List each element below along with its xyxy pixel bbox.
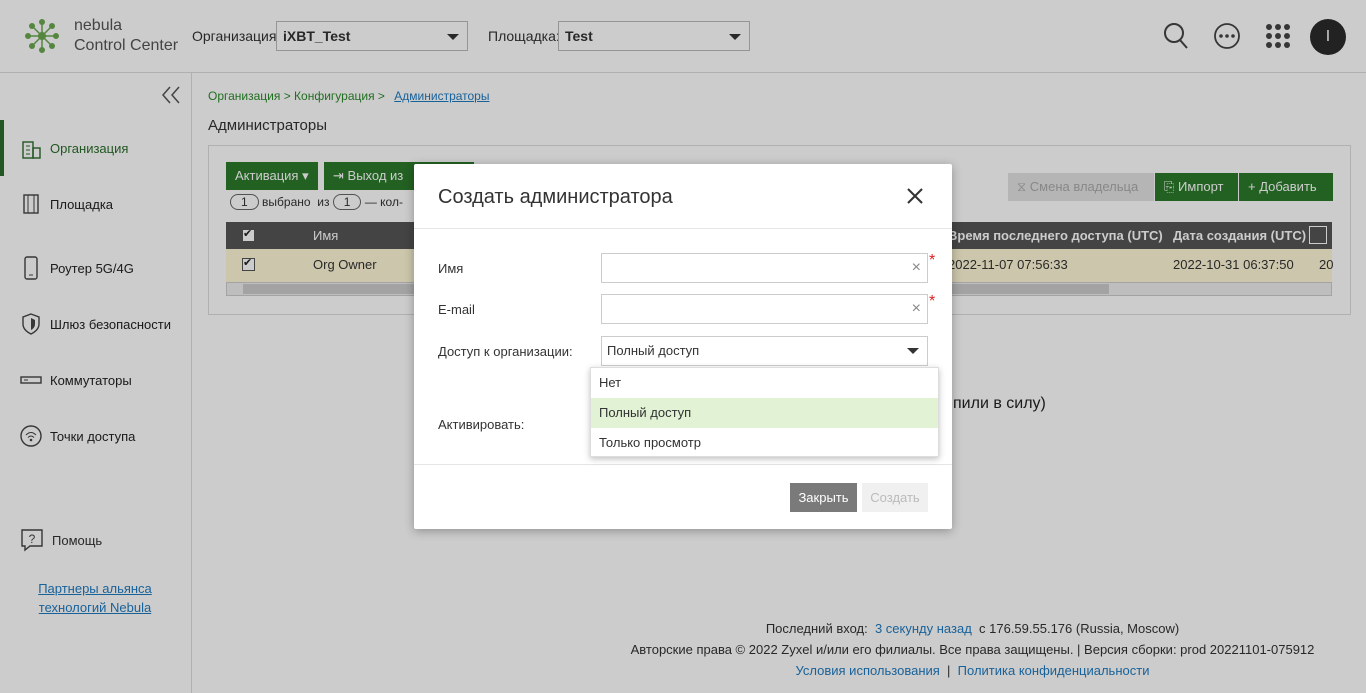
option-full-access[interactable]: Полный доступ [591,398,938,428]
close-button[interactable]: Закрыть [790,483,857,512]
clear-icon[interactable]: × [912,300,921,318]
email-input[interactable]: × [601,294,928,324]
dialog-footer-divider [414,464,952,465]
dialog-divider [414,228,952,229]
name-input[interactable]: × [601,253,928,283]
access-select[interactable]: Полный доступ [601,336,928,366]
activate-label: Активировать: [438,417,525,432]
email-label: E-mail [438,302,475,317]
access-label: Доступ к организации: [438,344,573,359]
option-none[interactable]: Нет [591,368,938,398]
create-admin-dialog: Создать администратора Имя × * E-mail × … [414,164,952,529]
required-marker: * [929,252,936,269]
required-marker: * [929,293,936,310]
name-label: Имя [438,261,464,276]
create-button[interactable]: Создать [862,483,928,512]
close-icon[interactable] [903,184,927,208]
access-dropdown: Нет Полный доступ Только просмотр [590,367,939,457]
clear-icon[interactable]: × [912,259,921,277]
dialog-title: Создать администратора [438,186,673,208]
access-select-value: Полный доступ [607,343,700,358]
chevron-down-icon [907,348,919,354]
option-view-only[interactable]: Только просмотр [591,428,938,458]
